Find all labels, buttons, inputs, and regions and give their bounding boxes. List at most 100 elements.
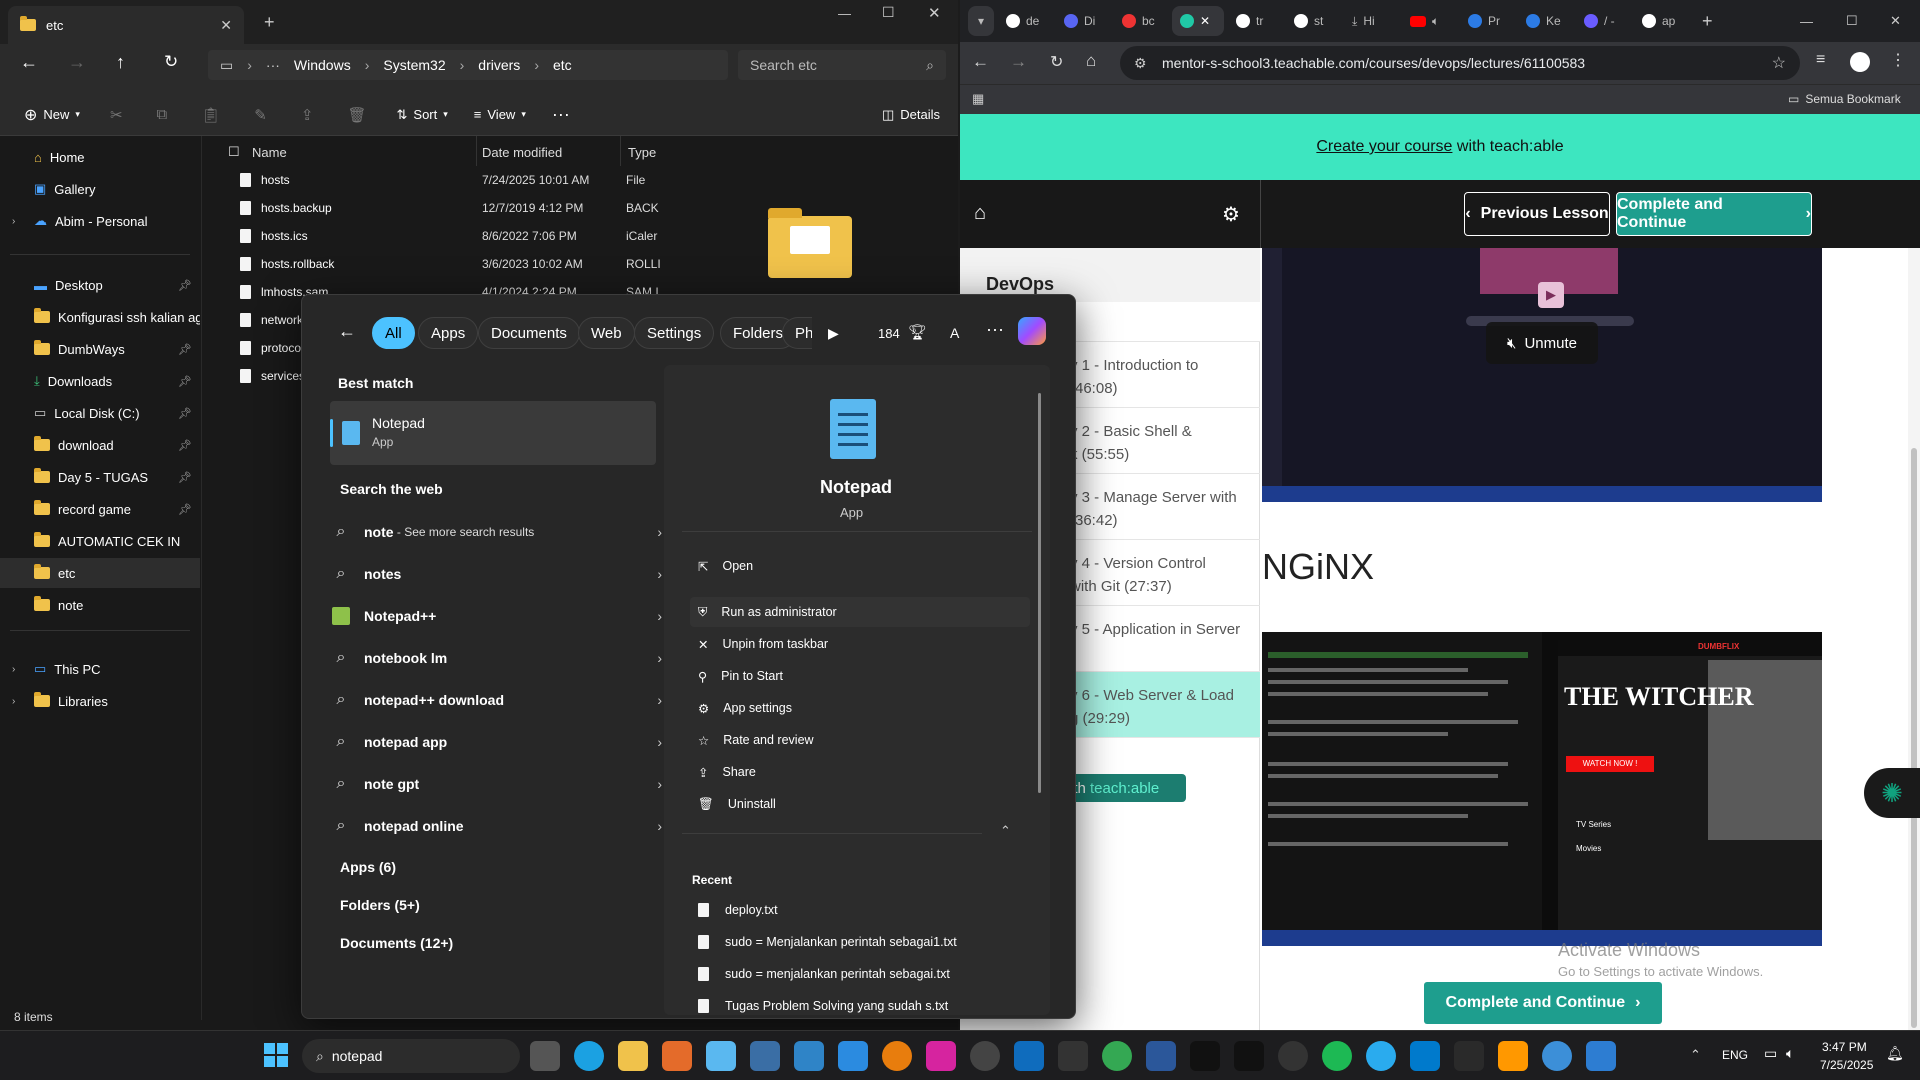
edge-icon[interactable] [574, 1041, 604, 1071]
file-row[interactable]: hosts.backup 12/7/2019 4:12 PM BACK [206, 194, 660, 222]
nav-item-this-pc[interactable]: › ▭ This PC [0, 654, 200, 684]
media-icon[interactable]: ≡ [1816, 51, 1825, 69]
new-tab-button[interactable]: + [1702, 11, 1713, 32]
app-icon[interactable] [1586, 1041, 1616, 1071]
forward-arrow-icon[interactable]: → [68, 52, 86, 73]
site-info-icon[interactable]: ⚙ [1134, 55, 1147, 72]
share-icon[interactable]: ⇪ [289, 106, 326, 124]
previous-lesson-button[interactable]: ‹ Previous Lesson [1464, 192, 1610, 236]
photos-icon[interactable] [794, 1041, 824, 1071]
terminal-icon[interactable] [1454, 1041, 1484, 1071]
browser-tab-active[interactable]: ✕ [1172, 6, 1224, 36]
breadcrumb-etc[interactable]: etc [553, 57, 572, 73]
more-options-icon[interactable]: ··· [986, 319, 1004, 340]
file-row[interactable]: hosts.ics 8/6/2022 7:06 PM iCaler [206, 222, 660, 250]
vscode-icon[interactable] [1410, 1041, 1440, 1071]
action-run-as-admin[interactable]: ⛨ Run as administrator [690, 597, 1030, 627]
nav-item-home[interactable]: ⌂ Home [0, 142, 200, 172]
browser-tab[interactable]: 🔈︎ [1402, 6, 1456, 36]
file-row[interactable]: hosts 7/24/2025 10:01 AM File [206, 166, 660, 194]
paste-icon[interactable]: 📋︎ [189, 106, 232, 124]
sublime-icon[interactable] [1498, 1041, 1528, 1071]
teachable-badge[interactable]: ith teach:able [1064, 774, 1186, 802]
group-documents[interactable]: Documents (12+) [340, 935, 453, 951]
nav-item-onedrive[interactable]: › ☁ Abim - Personal [0, 206, 200, 236]
web-result[interactable]: ⌕ note gpt › [332, 763, 662, 805]
column-header-date[interactable]: Date modified [482, 140, 562, 164]
action-share[interactable]: ⇪ Share [690, 757, 1030, 787]
maximize-icon[interactable]: ☐ [882, 4, 895, 21]
chatgpt-icon[interactable] [1278, 1041, 1308, 1071]
home-icon[interactable]: ⌂ [1086, 51, 1096, 71]
network-icon[interactable]: ▭ [1764, 1045, 1777, 1062]
sort-button[interactable]: ⇅ Sort ▾ [389, 99, 456, 131]
tab-search-button[interactable]: ▾ [968, 6, 994, 36]
new-tab-button[interactable]: + [264, 12, 275, 33]
nav-item-note[interactable]: note [0, 590, 200, 620]
browser-tab[interactable]: Pr [1460, 6, 1514, 36]
copy-icon[interactable]: ⧉ [145, 106, 180, 123]
create-course-link[interactable]: Create your course [1316, 138, 1452, 156]
browser-tab[interactable]: Ke [1518, 6, 1572, 36]
web-result[interactable]: ⌕ notepad++ download › [332, 679, 662, 721]
notification-bell-icon[interactable]: 🔔︎ [1886, 1045, 1904, 1062]
recent-file[interactable]: sudo = menjalankan perintah sebagai.txt [690, 959, 950, 989]
filter-all[interactable]: All [372, 317, 415, 349]
select-all-checkbox[interactable]: ☐ [228, 140, 240, 164]
back-arrow-icon[interactable]: ← [972, 52, 989, 72]
group-apps[interactable]: Apps (6) [340, 859, 396, 875]
task-view-icon[interactable] [530, 1041, 560, 1071]
chevron-right-icon[interactable]: › [12, 216, 15, 227]
browser-tab[interactable]: tr [1228, 6, 1282, 36]
breadcrumb-windows[interactable]: Windows [294, 57, 351, 73]
app-icon[interactable] [1146, 1041, 1176, 1071]
browser-tab[interactable]: Di [1056, 6, 1110, 36]
filter-web[interactable]: Web [578, 317, 635, 349]
address-bar[interactable]: ⚙ mentor-s-school3.teachable.com/courses… [1120, 46, 1800, 80]
browser-tab[interactable]: ap [1634, 6, 1688, 36]
browser-tab[interactable]: ⤓ Hi [1344, 6, 1398, 36]
nav-item-record-game[interactable]: record game 📌︎ [0, 494, 200, 524]
web-result[interactable]: Notepad++ › [332, 595, 662, 637]
minimize-icon[interactable]: — [1800, 14, 1813, 29]
web-result[interactable]: ⌕ notepad app › [332, 721, 662, 763]
breadcrumb-system32[interactable]: System32 [383, 57, 445, 73]
back-arrow-icon[interactable]: ← [20, 52, 38, 73]
copilot-icon[interactable] [1018, 317, 1046, 345]
action-open[interactable]: ⇱ Open [690, 551, 1030, 581]
breadcrumb-more[interactable]: ··· [266, 57, 280, 73]
nav-item-libraries[interactable]: › Libraries [0, 686, 200, 716]
chatgpt-floating-icon[interactable]: ✺ [1864, 768, 1920, 818]
recent-file[interactable]: deploy.txt [690, 895, 778, 925]
details-button[interactable]: ◫ Details [874, 99, 948, 131]
search-input[interactable]: Search etc ⌕ [738, 50, 946, 80]
nav-item-day5[interactable]: Day 5 - TUGAS 📌︎ [0, 462, 200, 492]
nav-item-dumbways[interactable]: DumbWays 📌︎ [0, 334, 200, 364]
taskbar-search[interactable]: ⌕ notepad [302, 1039, 520, 1073]
refresh-icon[interactable]: ↻ [164, 52, 178, 72]
browser-tab[interactable]: de [998, 6, 1052, 36]
volume-icon[interactable]: 🔈︎ [1786, 1045, 1794, 1062]
back-arrow-icon[interactable]: ← [338, 321, 356, 342]
complete-continue-button-bottom[interactable]: Complete and Continue › [1424, 982, 1662, 1024]
breadcrumb-drivers[interactable]: drivers [478, 57, 520, 73]
spotify-icon[interactable] [1322, 1041, 1352, 1071]
browser-tab[interactable]: / - [1576, 6, 1630, 36]
browser-tab[interactable]: st [1286, 6, 1340, 36]
app-icon[interactable] [750, 1041, 780, 1071]
new-button[interactable]: ⊕ New ▾ [16, 99, 88, 131]
maximize-icon[interactable]: ☐ [1846, 13, 1858, 29]
browser-tab[interactable]: bc [1114, 6, 1168, 36]
nav-item-desktop[interactable]: ▬ Desktop 📌︎ [0, 270, 200, 300]
filter-photos[interactable]: Ph [782, 317, 812, 349]
complete-continue-button[interactable]: Complete and Continue › [1616, 192, 1812, 236]
app-icon[interactable] [662, 1041, 692, 1071]
collapse-chevron-icon[interactable]: ⌃ [1000, 823, 1011, 839]
action-unpin-taskbar[interactable]: ✕ Unpin from taskbar [690, 629, 1030, 659]
nav-item-automatic[interactable]: AUTOMATIC CEK IN [0, 526, 200, 556]
rewards-trophy-icon[interactable]: 🏆︎ [908, 323, 927, 341]
web-result[interactable]: ⌕ notepad online › [332, 805, 662, 847]
instagram-icon[interactable] [926, 1041, 956, 1071]
web-result[interactable]: ⌕ notebook lm › [332, 637, 662, 679]
rename-icon[interactable]: ✎ [242, 106, 279, 124]
